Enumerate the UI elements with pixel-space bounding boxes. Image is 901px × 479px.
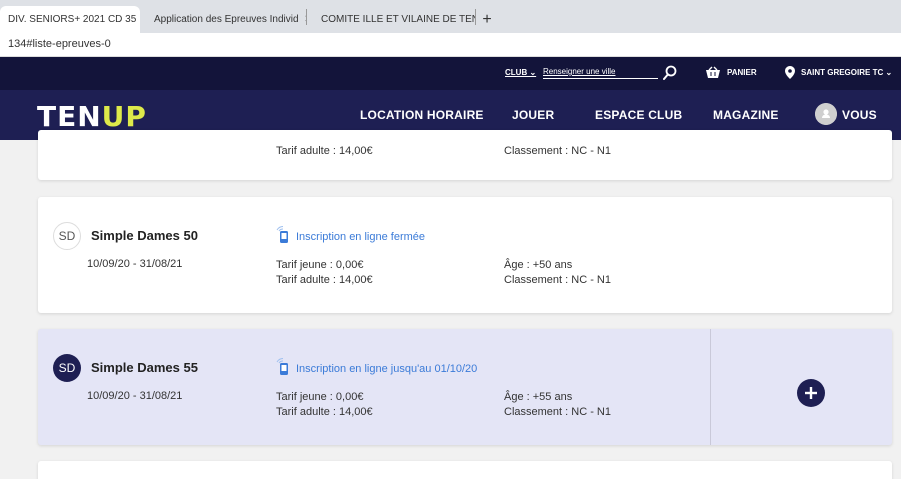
nav-jouer[interactable]: JOUER (512, 108, 554, 122)
event-name: Simple Dames 55 (91, 360, 198, 375)
age-category: Âge : +55 ans (504, 391, 573, 403)
browser-tab-bar: DIV. SENIORS+ 2021 CD 35 | T ✕ Applicati… (0, 0, 901, 33)
browser-tab-application[interactable]: Application des Epreuves Individ ✕ (140, 6, 306, 33)
inscription-label[interactable]: Inscription en ligne jusqu'au 01/10/20 (296, 363, 477, 375)
event-card[interactable]: Tarif adulte : 14,00€ Classement : NC - … (38, 130, 892, 180)
event-dates: 10/09/20 - 31/08/21 (87, 258, 183, 270)
search-icon[interactable] (663, 65, 677, 81)
logo-text: TEN (37, 100, 102, 133)
event-name: Simple Dames 50 (91, 228, 198, 243)
add-event-button[interactable] (797, 379, 825, 407)
age-category: Âge : +50 ans (504, 259, 573, 271)
cart-label: PANIER (727, 68, 757, 77)
tarif-adulte: Tarif adulte : 14,00€ (276, 406, 373, 418)
club-select[interactable]: CLUB ⌄ (505, 68, 536, 77)
inscription-status: Inscription en ligne jusqu'au 01/10/20 (276, 357, 477, 375)
tarif-jeune: Tarif jeune : 0,00€ (276, 391, 364, 403)
event-dates: 10/09/20 - 31/08/21 (87, 390, 183, 402)
tenup-logo[interactable]: TENUP (37, 100, 147, 133)
logo-accent-text: UP (101, 100, 147, 133)
event-card[interactable]: SD Simple Dames 50 10/09/20 - 31/08/21 I… (38, 197, 892, 313)
nav-location-horaire[interactable]: LOCATION HORAIRE (360, 108, 484, 122)
event-initials-badge: SD (53, 222, 81, 250)
utility-bar: CLUB ⌄ PANIER SAINT GREGOIRE TC ⌄ (0, 57, 901, 90)
cart-button[interactable]: PANIER (705, 66, 757, 79)
location-pin-icon (785, 66, 795, 79)
classement: Classement : NC - N1 (504, 145, 611, 157)
inscription-label: Inscription en ligne fermée (296, 231, 426, 243)
event-card[interactable] (38, 461, 892, 479)
user-avatar-icon[interactable] (815, 103, 837, 125)
nav-espace-club[interactable]: ESPACE CLUB (595, 108, 682, 122)
plus-icon (805, 387, 817, 399)
location-label: SAINT GREGOIRE TC ⌄ (801, 68, 893, 77)
mobile-signal-icon (276, 226, 288, 243)
inscription-status: Inscription en ligne fermée (276, 225, 425, 243)
city-search-input[interactable] (543, 65, 658, 79)
basket-icon (706, 66, 720, 78)
tarif-adulte: Tarif adulte : 14,00€ (276, 274, 373, 286)
tarif-jeune: Tarif jeune : 0,00€ (276, 259, 364, 271)
nav-vous[interactable]: VOUS (842, 108, 877, 122)
address-bar[interactable]: 134#liste-epreuves-0 (0, 33, 901, 57)
tab-label: COMITE ILLE ET VILAINE DE TENI (321, 14, 475, 25)
new-tab-button[interactable]: + (476, 6, 498, 33)
tarif-adulte: Tarif adulte : 14,00€ (276, 145, 373, 157)
classement: Classement : NC - N1 (504, 406, 611, 418)
browser-tab-seniors[interactable]: DIV. SENIORS+ 2021 CD 35 | T ✕ (0, 6, 140, 33)
close-icon[interactable]: ✕ (305, 14, 306, 25)
mobile-signal-icon (276, 358, 288, 375)
classement: Classement : NC - N1 (504, 274, 611, 286)
event-initials-badge: SD (53, 354, 81, 382)
card-divider (710, 329, 711, 445)
club-location-selector[interactable]: SAINT GREGOIRE TC ⌄ (785, 66, 892, 79)
nav-magazine[interactable]: MAGAZINE (713, 108, 779, 122)
tab-label: DIV. SENIORS+ 2021 CD 35 | T (8, 14, 140, 25)
event-card-selected[interactable]: SD Simple Dames 55 10/09/20 - 31/08/21 I… (38, 329, 892, 445)
tab-label: Application des Epreuves Individ (154, 14, 299, 25)
browser-tab-comite[interactable]: COMITE ILLE ET VILAINE DE TENI ✕ (307, 6, 475, 33)
